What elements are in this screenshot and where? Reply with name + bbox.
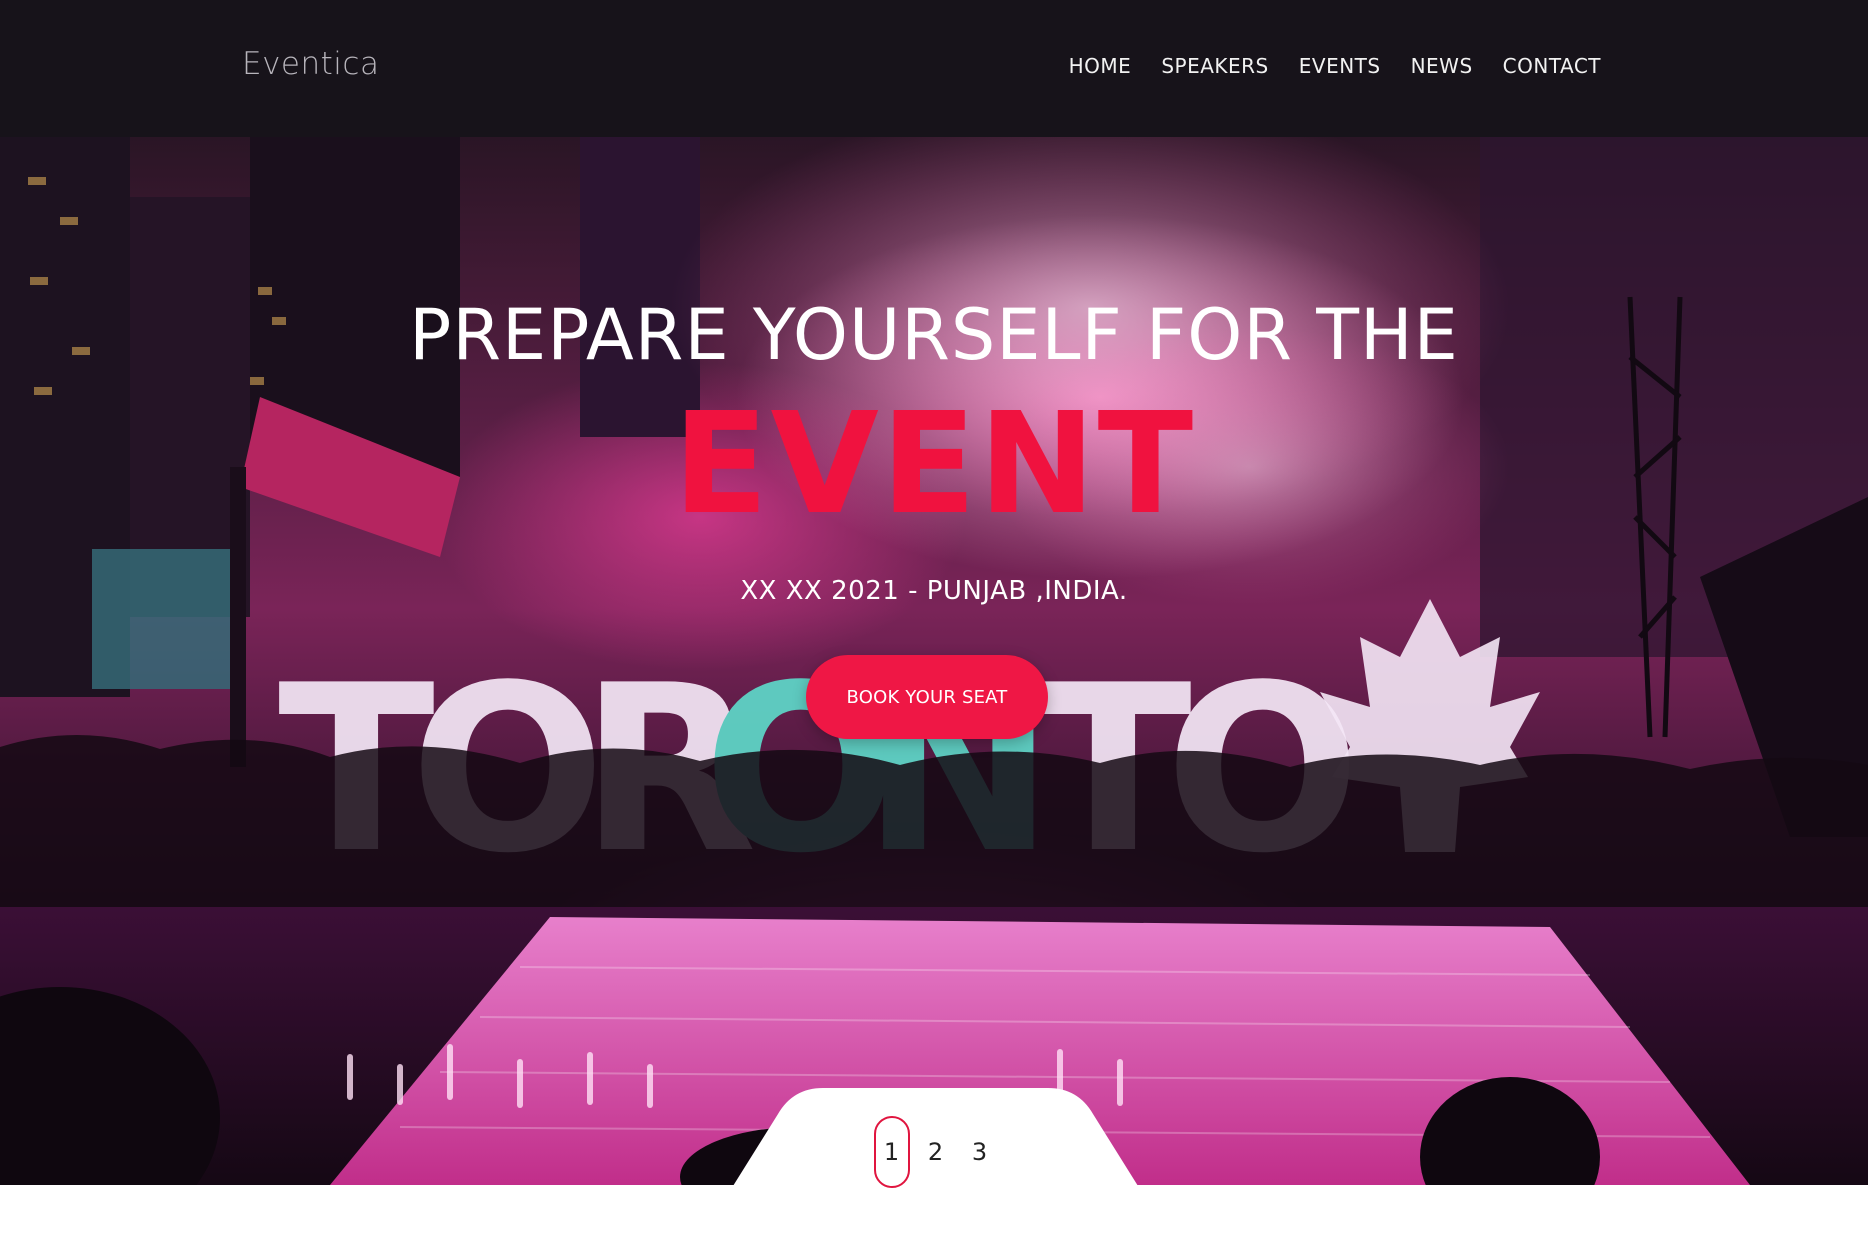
slider-pagination: 1 2 3 <box>733 1086 1138 1188</box>
page-1-button[interactable]: 1 <box>873 1116 910 1188</box>
pagination-items: 1 2 3 <box>733 1086 1138 1188</box>
nav-link-speakers[interactable]: SPEAKERS <box>1146 54 1283 78</box>
hero-title: PREPARE YOURSELF FOR THE <box>409 294 1459 376</box>
nav-item-home: HOME <box>1054 54 1147 78</box>
main-nav: HOME SPEAKERS EVENTS NEWS CONTACT <box>1054 54 1616 78</box>
page-content-start <box>0 1185 1868 1256</box>
nav-item-news: NEWS <box>1396 54 1488 78</box>
nav-link-contact[interactable]: CONTACT <box>1488 54 1616 78</box>
hero-date-location: XX XX 2021 - PUNJAB ,INDIA. <box>740 576 1128 606</box>
navbar: Eventica HOME SPEAKERS EVENTS NEWS CONTA… <box>0 0 1868 137</box>
page-3-button[interactable]: 3 <box>962 1116 998 1188</box>
hero-highlight-word: EVENT <box>672 383 1196 546</box>
nav-link-events[interactable]: EVENTS <box>1284 54 1396 78</box>
nav-link-home[interactable]: HOME <box>1054 54 1147 78</box>
nav-item-speakers: SPEAKERS <box>1146 54 1283 78</box>
nav-item-contact: CONTACT <box>1488 54 1616 78</box>
nav-link-news[interactable]: NEWS <box>1396 54 1488 78</box>
page-2-button[interactable]: 2 <box>918 1116 954 1188</box>
brand-logo[interactable]: Eventica <box>242 46 379 82</box>
hero-banner: T O R O N T O <box>0 137 1868 1185</box>
nav-item-events: EVENTS <box>1284 54 1396 78</box>
book-your-seat-button[interactable]: BOOK YOUR SEAT <box>806 655 1048 739</box>
